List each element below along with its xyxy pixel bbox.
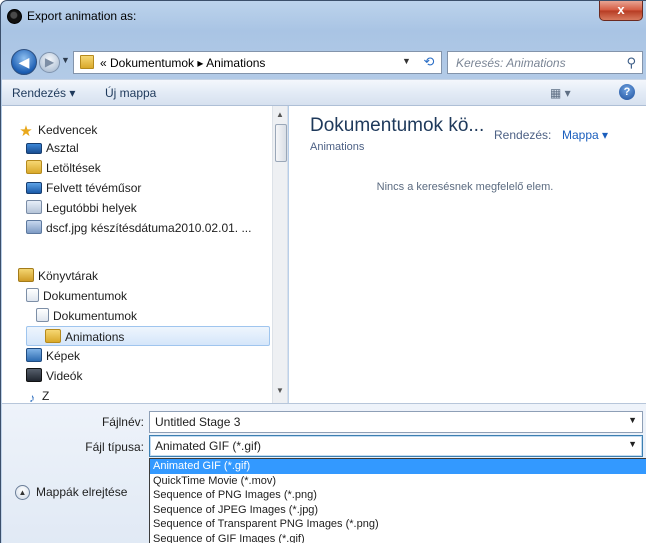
title-bar[interactable]: Export animation as: x: [1, 1, 646, 31]
videos-icon: [26, 368, 42, 382]
filetype-value: Animated GIF (*.gif): [155, 439, 262, 453]
folder-icon: [80, 55, 94, 69]
music-icon: ♪: [29, 391, 35, 403]
libraries-label: Könyvtárak: [38, 269, 99, 283]
search-placeholder: Keresés: Animations: [456, 56, 566, 70]
view-options-button[interactable]: ▦ ▾: [550, 86, 571, 100]
library-title: Dokumentumok kö...: [310, 115, 485, 136]
nav-item-label: Dokumentumok: [43, 289, 128, 303]
recent-places-icon: [26, 200, 42, 214]
nav-item-label: Képek: [46, 349, 81, 363]
documents-icon: [26, 288, 39, 302]
export-dialog: Export animation as: x ◀ ▶ ▼ « Dokumentu…: [0, 0, 646, 543]
nav-item-label: Letöltések: [46, 161, 101, 175]
chevron-down-icon[interactable]: ▼: [628, 439, 637, 449]
downloads-icon: [26, 160, 42, 174]
nav-item-label: Legutóbbi helyek: [46, 201, 137, 215]
search-icon[interactable]: ⚲: [626, 55, 636, 71]
nav-item-desktop[interactable]: Asztal: [26, 138, 79, 158]
desktop-icon: [26, 143, 42, 154]
dropdown-option[interactable]: Sequence of Transparent PNG Images (*.pn…: [150, 517, 646, 532]
address-dropdown-icon[interactable]: ▼: [402, 56, 411, 66]
folder-icon: [36, 308, 49, 322]
dropdown-option[interactable]: Sequence of PNG Images (*.png): [150, 488, 646, 503]
new-folder-button[interactable]: Új mappa: [105, 86, 156, 100]
nav-item-label: Felvett tévéműsor: [46, 181, 142, 195]
nav-item-recorded-tv[interactable]: Felvett tévéműsor: [26, 178, 141, 198]
filetype-label: Fájl típusa:: [85, 440, 144, 454]
collapse-icon[interactable]: ▲: [15, 485, 30, 500]
history-dropdown-icon[interactable]: ▼: [61, 55, 70, 65]
scroll-thumb[interactable]: [275, 124, 287, 162]
address-bar[interactable]: « Dokumentumok ▸ Animations ▼ ⟲: [73, 51, 442, 74]
nav-item-recent-places[interactable]: Legutóbbi helyek: [26, 198, 137, 218]
image-search-icon: [26, 220, 42, 234]
refresh-icon[interactable]: ⟲: [419, 54, 439, 71]
library-subtitle: Animations: [310, 141, 365, 153]
window-title: Export animation as:: [27, 9, 137, 23]
filetype-dropdown-list[interactable]: Animated GIF (*.gif) QuickTime Movie (*.…: [149, 458, 646, 543]
recorded-tv-icon: [26, 182, 42, 194]
filename-label: Fájlnév:: [101, 415, 144, 429]
empty-message: Nincs a keresésnek megfelelő elem.: [376, 181, 554, 193]
nav-scrollbar[interactable]: ▲ ▼: [272, 106, 287, 403]
dropdown-option[interactable]: Sequence of JPEG Images (*.jpg): [150, 503, 646, 518]
nav-item-downloads[interactable]: Letöltések: [26, 158, 101, 178]
scroll-down-icon[interactable]: ▼: [276, 386, 284, 395]
scroll-up-icon[interactable]: ▲: [276, 110, 284, 119]
filename-field[interactable]: Untitled Stage 3 ▼: [149, 411, 643, 433]
nav-item-documents-library[interactable]: Dokumentumok: [26, 286, 127, 306]
arrange-by-label: Rendezés:: [494, 128, 552, 142]
nav-item-music[interactable]: ♪ Z: [26, 386, 49, 403]
nav-item-videos[interactable]: Videók: [26, 366, 82, 386]
help-icon[interactable]: ?: [619, 84, 635, 100]
nav-item-label: dscf.jpg készítésdátuma2010.02.01. ...: [46, 221, 252, 235]
organize-button[interactable]: Rendezés ▾: [12, 86, 75, 100]
libraries-icon: [18, 268, 34, 282]
arrange-by-dropdown[interactable]: Mappa ▾: [562, 128, 608, 142]
nav-item-label: Z: [42, 389, 50, 403]
filename-value: Untitled Stage 3: [155, 415, 241, 429]
breadcrumb[interactable]: « Dokumentumok ▸ Animations: [100, 56, 265, 70]
dropdown-option[interactable]: Animated GIF (*.gif): [150, 459, 646, 474]
close-button[interactable]: x: [599, 1, 643, 21]
folder-icon: [45, 329, 61, 343]
dropdown-option[interactable]: Sequence of GIF Images (*.gif): [150, 532, 646, 543]
nav-item-label: Animations: [65, 330, 125, 344]
nav-item-label: Videók: [46, 369, 83, 383]
chevron-down-icon[interactable]: ▼: [628, 415, 637, 425]
forward-button[interactable]: ▶: [39, 52, 60, 73]
nav-item-label: Asztal: [46, 141, 79, 155]
nav-item-saved-search[interactable]: dscf.jpg készítésdátuma2010.02.01. ...: [26, 218, 251, 238]
filetype-select[interactable]: Animated GIF (*.gif) ▼: [149, 435, 643, 457]
address-row: ◀ ▶ ▼ « Dokumentumok ▸ Animations ▼ ⟲ Ke…: [1, 47, 646, 75]
navigation-pane: ★ Kedvencek Asztal Letöltések Felvett tév…: [2, 106, 288, 403]
command-toolbar: Rendezés ▾ Új mappa ▦ ▾ ?: [2, 79, 646, 106]
nav-item-label: Dokumentumok: [53, 309, 138, 323]
hide-folders-button[interactable]: Mappák elrejtése: [36, 485, 127, 499]
back-button[interactable]: ◀: [11, 49, 37, 75]
pictures-icon: [26, 348, 42, 362]
search-input[interactable]: Keresés: Animations ⚲: [447, 51, 643, 74]
favorites-header[interactable]: ★ Kedvencek: [18, 120, 97, 140]
nav-item-documents-folder[interactable]: Dokumentumok: [36, 306, 137, 326]
nav-item-pictures[interactable]: Képek: [26, 346, 80, 366]
file-list-pane[interactable]: Dokumentumok kö... Animations Rendezés: …: [289, 106, 646, 403]
nav-item-animations[interactable]: Animations: [26, 326, 270, 346]
app-icon: [7, 9, 22, 24]
favorites-label: Kedvencek: [38, 123, 98, 137]
dropdown-option[interactable]: QuickTime Movie (*.mov): [150, 474, 646, 489]
libraries-header[interactable]: Könyvtárak: [18, 266, 98, 286]
